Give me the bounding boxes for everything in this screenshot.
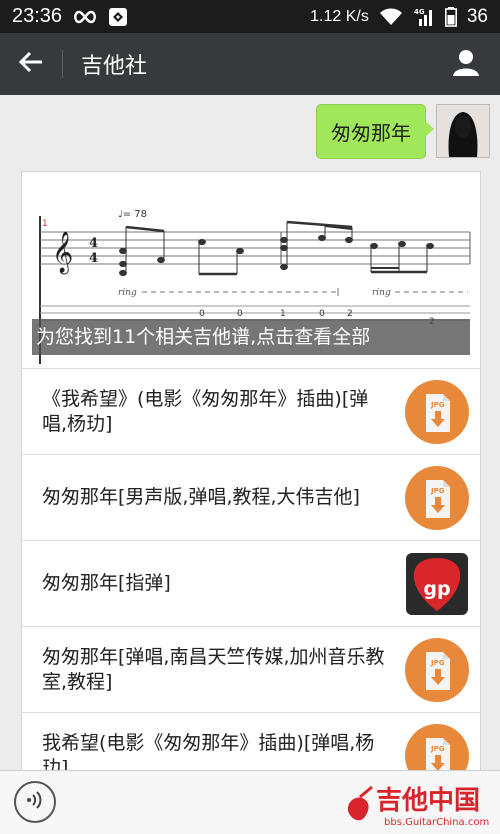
- svg-text:JPG: JPG: [430, 487, 445, 495]
- treble-clef-icon: 𝄞: [52, 231, 73, 274]
- tab-number: 0: [199, 309, 205, 319]
- ring-label-2: ring: [372, 288, 391, 298]
- jpg-file-icon: JPG: [404, 723, 469, 772]
- infinity-icon: [72, 10, 98, 24]
- result-title: 匆匆那年[指弹]: [42, 572, 171, 594]
- tempo-marking: ♩= 78: [118, 209, 147, 220]
- bottom-input-bar: 吉他中国 bbs.GuitarChina.com: [0, 770, 500, 834]
- time-sig-bottom: 4: [89, 251, 98, 266]
- profile-button[interactable]: [446, 45, 486, 85]
- header-divider: [62, 50, 63, 78]
- result-title: 我希望(电影《匆匆那年》插曲)[弹唱,杨玏]: [42, 731, 375, 773]
- jpg-file-icon: JPG: [404, 379, 469, 444]
- tab-number: 1: [280, 309, 286, 319]
- svg-text:gp: gp: [423, 578, 450, 600]
- result-title: 匆匆那年[弹唱,南昌天竺传媒,加州音乐教室,教程]: [42, 645, 385, 693]
- tab-number: 0: [319, 309, 325, 319]
- tab-number: 0: [237, 309, 243, 319]
- jpg-file-icon: JPG: [404, 465, 469, 530]
- site-watermark: 吉他中国 bbs.GuitarChina.com: [344, 779, 494, 829]
- status-bar: 23:36 1.12 K/s 4G 36: [0, 0, 500, 33]
- voice-input-button[interactable]: [14, 781, 56, 823]
- svg-text:JPG: JPG: [430, 659, 445, 667]
- watermark-url: bbs.GuitarChina.com: [384, 817, 489, 828]
- person-icon: [452, 49, 480, 81]
- avatar[interactable]: [436, 104, 490, 158]
- app-bar: 吉他社: [0, 33, 500, 95]
- voice-wave-icon: [25, 790, 45, 814]
- guitar-logo-icon: [347, 785, 373, 821]
- jpg-file-icon: JPG: [404, 637, 469, 702]
- watermark-title: 吉他中国: [376, 786, 480, 816]
- list-item[interactable]: 匆匆那年[弹唱,南昌天竺传媒,加州音乐教室,教程] JPG: [22, 626, 480, 712]
- list-item[interactable]: 《我希望》(电影《匆匆那年》插曲)[弹唱,杨玏] JPG: [22, 368, 480, 454]
- svg-text:JPG: JPG: [430, 745, 445, 753]
- back-button[interactable]: [0, 33, 62, 95]
- list-item[interactable]: 匆匆那年[男声版,弹唱,教程,大伟吉他] JPG: [22, 454, 480, 540]
- guitar-pro-file-icon: gp: [404, 551, 469, 616]
- battery-level: 36: [466, 5, 488, 27]
- sent-message-row: 匆匆那年: [316, 104, 490, 159]
- svg-text:4G: 4G: [414, 8, 425, 16]
- status-time: 23:36: [12, 5, 63, 27]
- result-list: 《我希望》(电影《匆匆那年》插曲)[弹唱,杨玏] JPG 匆匆那年[男声版,弹唱…: [22, 368, 480, 773]
- message-bubble[interactable]: 匆匆那年: [316, 104, 434, 159]
- search-result-card[interactable]: 1 𝄞 4 4 ♩= 78 ring ring 0 0 1 0 2 为您找到11…: [21, 171, 481, 773]
- back-arrow-icon: [18, 51, 43, 77]
- ring-label-1: ring: [118, 288, 137, 298]
- wifi-icon: [379, 8, 403, 26]
- result-title: 《我希望》(电影《匆匆那年》插曲)[弹唱,杨玏]: [42, 387, 369, 435]
- app-notification-icon: [108, 7, 128, 27]
- list-item[interactable]: 匆匆那年[指弹] gp: [22, 540, 480, 626]
- results-summary-overlay[interactable]: 为您找到11个相关吉他谱,点击查看全部: [32, 319, 470, 355]
- result-title: 匆匆那年[男声版,弹唱,教程,大伟吉他]: [42, 486, 360, 508]
- time-sig-top: 4: [89, 236, 98, 251]
- net-speed-text: 1.12 K/s: [310, 7, 369, 25]
- measure-number: 1: [42, 219, 48, 229]
- cellular-signal-icon: 4G: [413, 7, 435, 27]
- page-title: 吉他社: [81, 54, 148, 79]
- tab-preview[interactable]: 1 𝄞 4 4 ♩= 78 ring ring 0 0 1 0 2 为您找到11…: [22, 172, 480, 367]
- battery-icon: [444, 6, 457, 27]
- svg-text:JPG: JPG: [430, 401, 445, 409]
- tab-number: 2: [347, 309, 353, 319]
- list-item[interactable]: 我希望(电影《匆匆那年》插曲)[弹唱,杨玏] JPG: [22, 712, 480, 773]
